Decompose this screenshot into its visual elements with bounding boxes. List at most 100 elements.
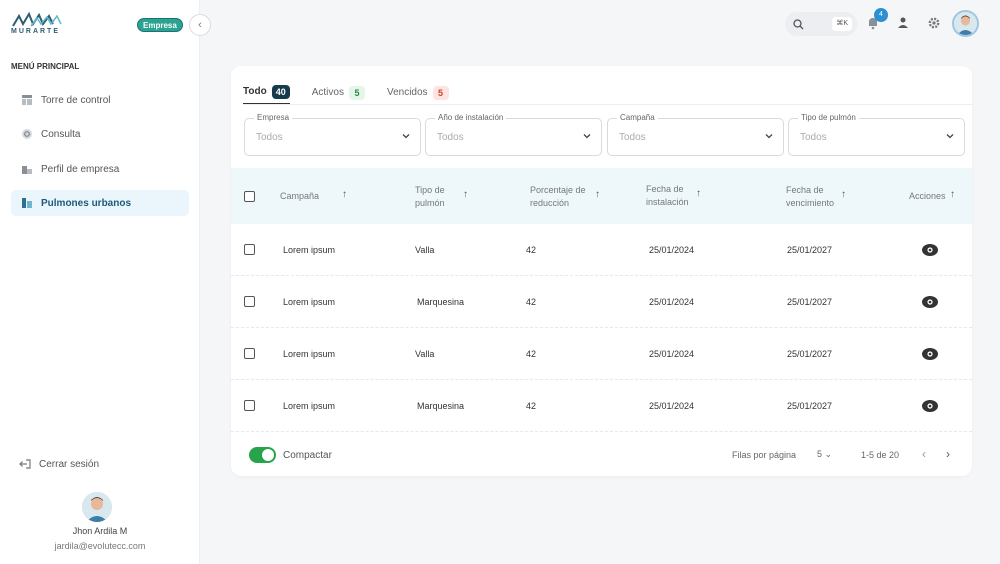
tab-vencidos[interactable]: Vencidos 5: [387, 80, 449, 105]
previous-page-button[interactable]: ‹: [922, 447, 926, 461]
urban-lungs-icon: [21, 197, 33, 209]
column-header-porcentaje[interactable]: Porcentaje de reducción: [530, 184, 586, 210]
table-footer: Compactar Filas por página 5 ⌄ 1-5 de 20…: [231, 432, 972, 476]
header-line: pulmón: [415, 198, 445, 208]
column-header-campana[interactable]: Campaña: [280, 190, 319, 203]
cell-instalacion: 25/01/2024: [649, 349, 695, 359]
filter-label: Campaña: [617, 113, 658, 122]
row-checkbox[interactable]: [244, 296, 255, 307]
sidebar-item-pulmones-urbanos[interactable]: Pulmones urbanos: [11, 190, 189, 216]
sidebar-item-torre-de-control[interactable]: Torre de control: [11, 87, 189, 113]
sort-arrow-icon[interactable]: ↑: [696, 188, 701, 199]
view-eye-icon[interactable]: [921, 295, 939, 309]
rows-per-page-select[interactable]: 5 ⌄: [817, 449, 832, 460]
row-checkbox[interactable]: [244, 244, 255, 255]
select-all-checkbox[interactable]: [244, 191, 255, 202]
cell-porcentaje: 42: [526, 401, 537, 411]
brand-name: MURARTE: [11, 28, 60, 35]
sort-arrow-icon[interactable]: ↑: [950, 189, 955, 200]
filter-label: Año de instalación: [435, 113, 507, 122]
header-line: Tipo de: [415, 185, 445, 195]
header-avatar[interactable]: [952, 10, 979, 37]
collapse-sidebar-button[interactable]: ‹: [189, 14, 211, 36]
cell-tipo: Marquesina: [417, 401, 465, 411]
ano-instalacion-filter-select[interactable]: Año de instalación Todos: [425, 113, 602, 156]
table-row[interactable]: Lorem ipsum Marquesina 42 25/01/2024 25/…: [231, 380, 972, 432]
chevron-down-icon: [946, 134, 954, 139]
cell-campana: Lorem ipsum: [283, 349, 336, 359]
cell-instalacion: 25/01/2024: [649, 401, 695, 411]
chevron-down-icon: ⌄: [824, 449, 833, 459]
header-line: vencimiento: [786, 198, 835, 208]
cell-vencimiento: 25/01/2027: [787, 401, 833, 411]
sort-arrow-icon[interactable]: ↑: [841, 189, 846, 200]
filter-value: Todos: [619, 132, 646, 143]
cell-porcentaje: 42: [526, 349, 537, 359]
tab-label: Vencidos: [386, 87, 428, 98]
empresa-badge: Empresa: [137, 18, 183, 32]
view-eye-icon[interactable]: [921, 347, 939, 361]
next-page-button[interactable]: ›: [946, 447, 950, 461]
logout-label: Cerrar sesión: [39, 458, 100, 470]
sort-arrow-icon[interactable]: ↑: [595, 189, 600, 200]
tab-todo[interactable]: Todo 40: [243, 80, 290, 105]
cell-campana: Lorem ipsum: [283, 245, 336, 255]
sidebar-item-perfil-de-empresa[interactable]: Perfil de empresa: [11, 156, 189, 182]
user-email: jardila@evolutecc.com: [54, 541, 146, 551]
filter-value: Todos: [437, 132, 464, 143]
cell-instalacion: 25/01/2024: [649, 297, 695, 307]
header-line: reducción: [530, 198, 570, 208]
view-eye-icon[interactable]: [921, 399, 939, 413]
compact-toggle[interactable]: [249, 447, 276, 463]
compact-label: Compactar: [283, 450, 332, 461]
row-checkbox[interactable]: [244, 348, 255, 359]
table-header: Campaña ↑ Tipo de pulmón ↑ Porcentaje de…: [231, 168, 972, 224]
filter-label: Empresa: [254, 113, 293, 122]
table-row[interactable]: Lorem ipsum Valla 42 25/01/2024 25/01/20…: [231, 328, 972, 380]
tab-count: 40: [271, 84, 290, 99]
cell-vencimiento: 25/01/2027: [787, 297, 833, 307]
tipo-pulmon-filter-select[interactable]: Tipo de pulmón Todos: [788, 113, 965, 156]
cell-porcentaje: 42: [526, 297, 537, 307]
filter-value: Todos: [800, 132, 827, 143]
cell-porcentaje: 42: [526, 245, 537, 255]
sort-arrow-icon[interactable]: ↑: [463, 189, 468, 200]
search-button[interactable]: ⌘K: [785, 12, 857, 36]
contacts-button[interactable]: [894, 14, 912, 32]
company-profile-icon: [21, 163, 33, 175]
notification-count-badge: 4: [874, 8, 888, 22]
logout-button[interactable]: Cerrar sesión: [19, 458, 99, 470]
sidebar-item-label: Consulta: [41, 128, 81, 140]
column-header-acciones: Acciones: [909, 191, 946, 201]
gear-icon: [928, 17, 940, 29]
column-header-instalacion[interactable]: Fecha de instalación: [646, 183, 689, 209]
control-tower-icon: [21, 94, 33, 106]
pagination-range: 1-5 de 20: [861, 450, 900, 460]
table-row[interactable]: Lorem ipsum Marquesina 42 25/01/2024 25/…: [231, 276, 972, 328]
sidebar-item-label: Torre de control: [41, 94, 111, 106]
cell-vencimiento: 25/01/2027: [787, 245, 833, 255]
header-line: instalación: [646, 197, 689, 207]
search-doc-icon: [21, 128, 33, 140]
table-row[interactable]: Lorem ipsum Valla 42 25/01/2024 25/01/20…: [231, 224, 972, 276]
sidebar-item-consulta[interactable]: Consulta: [11, 121, 189, 147]
column-header-vencimiento[interactable]: Fecha de vencimiento: [786, 184, 834, 210]
filter-value: Todos: [256, 132, 283, 143]
header-line: Porcentaje de: [530, 185, 586, 195]
main-card: Todo 40 Activos 5 Vencidos 5 Empresa Tod…: [231, 66, 972, 476]
cell-instalacion: 25/01/2024: [649, 245, 695, 255]
header-line: Fecha de: [786, 185, 824, 195]
column-header-tipo[interactable]: Tipo de pulmón: [415, 184, 445, 210]
sort-arrow-icon[interactable]: ↑: [342, 189, 347, 200]
settings-button[interactable]: [925, 14, 943, 32]
rows-per-page-value: 5: [817, 449, 823, 459]
campana-filter-select[interactable]: Campaña Todos: [607, 113, 784, 156]
cell-tipo: Marquesina: [417, 297, 465, 307]
tabs-divider: [243, 104, 972, 105]
search-icon: [793, 18, 804, 29]
tab-activos[interactable]: Activos 5: [312, 80, 365, 105]
empresa-filter-select[interactable]: Empresa Todos: [244, 113, 421, 156]
cell-campana: Lorem ipsum: [283, 401, 336, 411]
view-eye-icon[interactable]: [921, 243, 939, 257]
row-checkbox[interactable]: [244, 400, 255, 411]
